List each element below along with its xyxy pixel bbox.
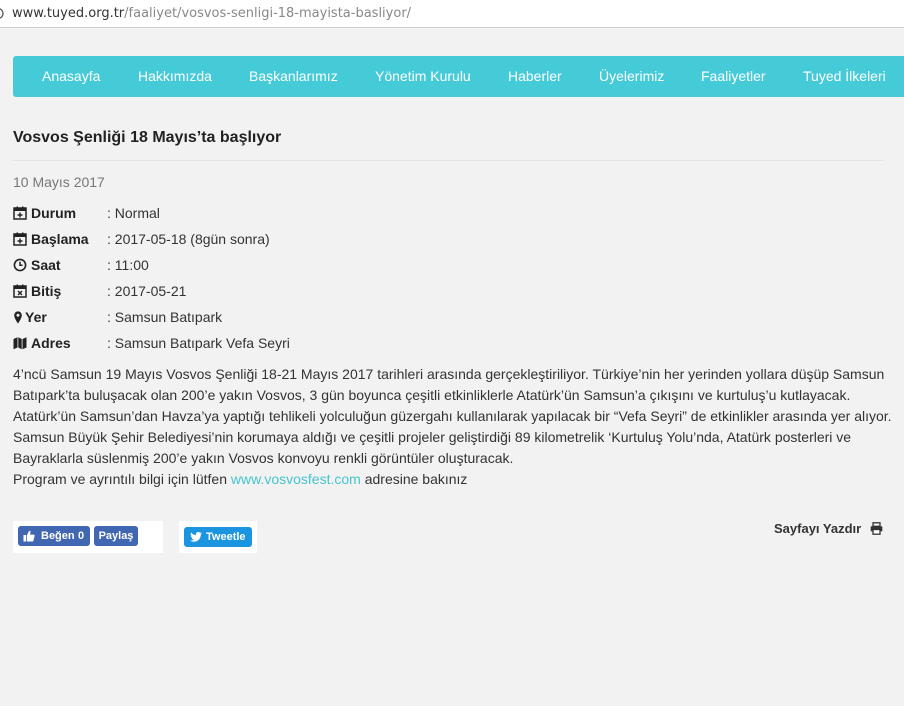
info-value: : Samsun Batıpark Vefa Seyri [107,335,290,351]
nav-item-baskanlarimiz[interactable]: Başkanlarımız [249,56,338,97]
url-host: www.tuyed.org.tr [12,6,125,21]
article-paragraph: Atatürk’ün Samsun’dan Havza’ya yaptığı t… [13,408,892,466]
like-count: 0 [78,530,85,542]
printer-icon [870,522,883,535]
info-label: Bitiş [31,283,62,299]
thumbs-up-icon [23,530,35,542]
info-value: : 2017-05-21 [107,283,187,299]
info-value: : Samsun Batıpark [107,309,223,325]
page-title: Vosvos Şenliği 18 Mayıs’ta başlıyor [13,129,282,146]
facebook-widget: Beğen 0 Paylaş [13,521,163,553]
facebook-like-button[interactable]: Beğen 0 [18,526,90,546]
calendar-plus-icon [13,232,27,246]
nav-item-hakkimizda[interactable]: Hakkımızda [138,56,212,97]
clock-icon [13,258,27,272]
article-paragraph: 4’ncü Samsun 19 Mayıs Vosvos Şenliği 18-… [13,366,885,403]
tweet-label: Tweetle [206,531,246,543]
main-navbar: Anasayfa Hakkımızda Başkanlarımız Yöneti… [13,56,904,97]
nav-item-tuyed-ilkeleri[interactable]: Tuyed İlkeleri [803,56,886,97]
article-body: 4’ncü Samsun 19 Mayıs Vosvos Şenliği 18-… [13,364,893,490]
print-label: Sayfayı Yazdır [774,521,862,536]
nav-item-yonetim-kurulu[interactable]: Yönetim Kurulu [375,56,471,97]
vosvosfest-link[interactable]: www.vosvosfest.com [231,471,361,487]
info-label: Saat [31,257,61,273]
nav-item-faaliyetler[interactable]: Faaliyetler [701,56,766,97]
program-suffix: adresine bakınız [364,471,468,487]
info-value: : Normal [107,205,160,221]
nav-item-uyelerimiz[interactable]: Üyelerimiz [599,56,664,97]
info-label: Başlama [31,231,89,247]
info-label: Durum [31,205,77,221]
url-path: /faaliyet/vosvos-senligi-18-mayista-basl… [124,6,412,21]
twitter-widget: Tweetle [179,521,257,553]
article-paragraph-program: Program ve ayrıntılı bilgi için lütfen w… [13,469,893,490]
twitter-bird-icon [190,532,202,542]
nav-item-haberler[interactable]: Haberler [508,56,562,97]
publish-date: 10 Mayıs 2017 [13,174,105,190]
calendar-plus-icon [13,206,27,220]
print-page-button[interactable]: Sayfayı Yazdır [774,521,883,537]
tweet-button[interactable]: Tweetle [184,527,252,547]
like-label: Beğen [41,530,75,542]
nav-item-anasayfa[interactable]: Anasayfa [42,56,100,97]
site-info-icon[interactable] [0,0,6,27]
calendar-times-icon [13,284,27,298]
address-bar[interactable]: www.tuyed.org.tr/faaliyet/vosvos-senligi… [0,0,904,28]
title-divider [13,160,883,161]
info-value: : 2017-05-18 (8gün sonra) [107,231,270,247]
info-value: : 11:00 [107,257,149,273]
url-text[interactable]: www.tuyed.org.tr/faaliyet/vosvos-senligi… [12,0,411,27]
program-prefix: Program ve ayrıntılı bilgi için lütfen [13,471,227,487]
facebook-share-button[interactable]: Paylaş [94,526,138,546]
map-icon [13,337,27,350]
info-label: Adres [31,335,71,351]
info-label: Yer [25,309,47,325]
